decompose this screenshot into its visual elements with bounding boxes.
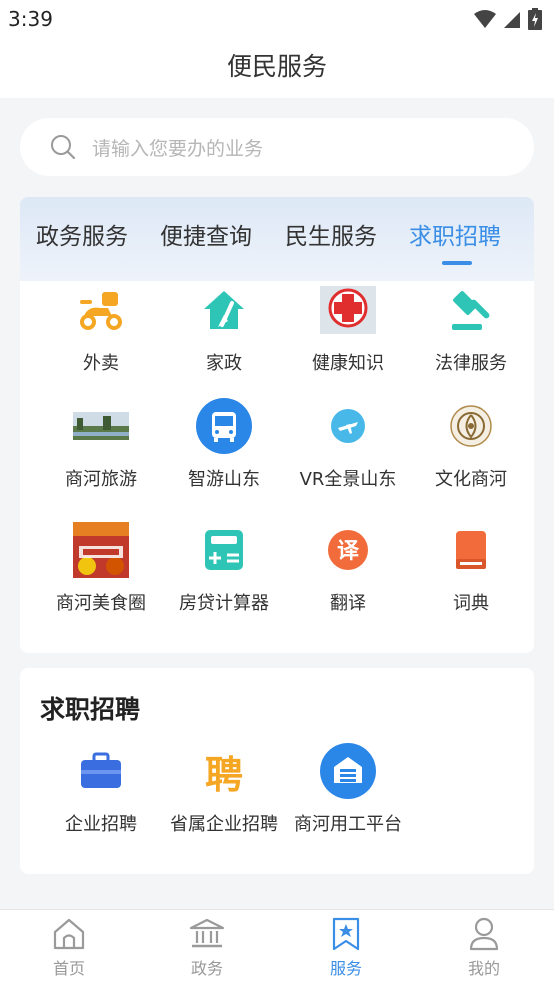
signal-icon bbox=[504, 12, 520, 28]
nav-government[interactable]: 政务 bbox=[138, 916, 276, 979]
system-icons bbox=[474, 8, 542, 30]
scooter-icon bbox=[72, 281, 130, 339]
home-icon bbox=[0, 916, 138, 952]
food-photo-icon bbox=[72, 521, 130, 579]
book-icon bbox=[442, 521, 500, 579]
jobs-card: 求职招聘 企业招聘 聘 省属企业招聘 商河用工平台 bbox=[20, 668, 534, 874]
service-item-food[interactable]: 商河美食圈 bbox=[37, 521, 165, 615]
service-label: 智游山东 bbox=[188, 469, 260, 490]
search-section: 请输入您要办的业务 bbox=[0, 98, 554, 180]
job-label: 省属企业招聘 bbox=[170, 814, 278, 835]
search-bar[interactable]: 请输入您要办的业务 bbox=[20, 118, 534, 176]
service-item-takeout[interactable]: 外卖 bbox=[37, 281, 165, 375]
service-item-translate[interactable]: 译 翻译 bbox=[284, 521, 412, 615]
service-label: 家政 bbox=[206, 353, 242, 374]
search-input[interactable]: 请输入您要办的业务 bbox=[92, 134, 263, 161]
service-label: 商河美食圈 bbox=[56, 593, 146, 614]
pin-character-icon: 聘 bbox=[204, 752, 243, 797]
service-item-vr-panorama[interactable]: VR全景山东 bbox=[284, 397, 412, 491]
service-label: 词典 bbox=[453, 593, 489, 614]
job-label: 企业招聘 bbox=[65, 814, 137, 835]
calculator-icon bbox=[195, 521, 253, 579]
nav-services[interactable]: 服务 bbox=[277, 916, 415, 979]
service-label: 外卖 bbox=[83, 353, 119, 374]
category-tabs: 政务服务 便捷查询 民生服务 求职招聘 bbox=[20, 197, 534, 281]
nav-label: 我的 bbox=[467, 959, 500, 978]
service-item-dictionary[interactable]: 词典 bbox=[407, 521, 535, 615]
service-item-housekeeping[interactable]: 家政 bbox=[160, 281, 288, 375]
government-icon bbox=[138, 916, 276, 952]
app-header: 便民服务 bbox=[0, 40, 554, 98]
landscape-photo-icon bbox=[72, 397, 130, 455]
job-item-enterprise[interactable]: 企业招聘 bbox=[37, 742, 165, 836]
seal-emblem-icon bbox=[442, 397, 500, 455]
active-tab-indicator bbox=[442, 261, 472, 265]
service-item-mortgage-calc[interactable]: 房贷计算器 bbox=[160, 521, 288, 615]
nav-label: 政务 bbox=[190, 959, 223, 978]
section-title: 求职招聘 bbox=[40, 695, 141, 724]
service-label: 商河旅游 bbox=[65, 469, 137, 490]
nav-home[interactable]: 首页 bbox=[0, 916, 138, 979]
service-item-legal[interactable]: 法律服务 bbox=[407, 281, 535, 375]
service-item-smart-tour[interactable]: 智游山东 bbox=[160, 397, 288, 491]
tab-livelihood-services[interactable]: 民生服务 bbox=[285, 217, 377, 251]
page-title: 便民服务 bbox=[226, 52, 327, 81]
nav-label: 首页 bbox=[52, 959, 85, 978]
job-item-provincial[interactable]: 聘 省属企业招聘 bbox=[160, 742, 288, 836]
tab-job-recruitment[interactable]: 求职招聘 bbox=[409, 217, 501, 251]
svg-text:译: 译 bbox=[337, 539, 360, 564]
service-item-health[interactable]: 健康知识 bbox=[284, 281, 412, 375]
service-label: VR全景山东 bbox=[299, 469, 397, 490]
plane-globe-icon bbox=[319, 397, 377, 455]
bus-icon bbox=[195, 397, 253, 455]
nav-profile[interactable]: 我的 bbox=[415, 916, 553, 979]
nav-label: 服务 bbox=[329, 959, 362, 978]
service-label: 房贷计算器 bbox=[179, 593, 269, 614]
service-label: 健康知识 bbox=[312, 353, 384, 374]
battery-icon bbox=[528, 8, 542, 30]
service-item-culture[interactable]: 文化商河 bbox=[407, 397, 535, 491]
house-broom-icon bbox=[195, 281, 253, 339]
gavel-icon bbox=[442, 281, 500, 339]
translate-icon: 译 bbox=[319, 521, 377, 579]
briefcase-icon bbox=[72, 742, 130, 800]
bookmark-star-icon bbox=[277, 916, 415, 952]
building-icon bbox=[319, 742, 377, 800]
job-label: 商河用工平台 bbox=[294, 814, 402, 835]
red-cross-icon bbox=[319, 281, 377, 339]
bottom-nav: 首页 政务 服务 我的 bbox=[0, 909, 554, 984]
services-card: 外卖 家政 健康知识 法律服务 商河旅游 智游山东 VR全景山东 文化商河 商河… bbox=[20, 281, 534, 653]
service-label: 法律服务 bbox=[435, 353, 507, 374]
service-label: 文化商河 bbox=[435, 469, 507, 490]
status-bar: 3:39 bbox=[0, 0, 554, 40]
service-label: 翻译 bbox=[330, 593, 366, 614]
service-item-tourism[interactable]: 商河旅游 bbox=[37, 397, 165, 491]
status-time: 3:39 bbox=[8, 7, 53, 31]
wifi-icon bbox=[474, 10, 496, 28]
search-icon bbox=[51, 135, 76, 160]
job-item-labor-platform[interactable]: 商河用工平台 bbox=[284, 742, 412, 836]
person-icon bbox=[415, 916, 553, 952]
tab-quick-query[interactable]: 便捷查询 bbox=[160, 217, 252, 251]
tab-government-services[interactable]: 政务服务 bbox=[36, 217, 128, 251]
